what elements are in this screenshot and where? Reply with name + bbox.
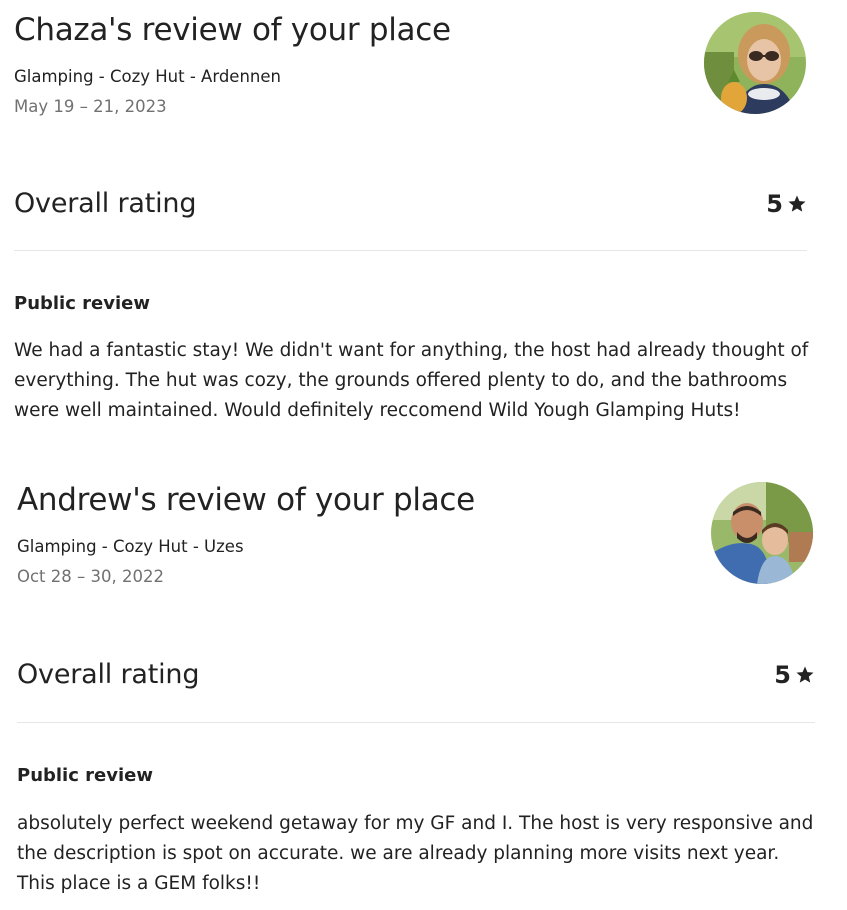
overall-rating-label: Overall rating [14, 188, 197, 219]
avatar[interactable] [711, 482, 813, 584]
star-icon [796, 666, 814, 683]
star-icon [788, 195, 806, 212]
stay-dates: May 19 – 21, 2023 [14, 97, 167, 116]
rating-number: 5 [774, 661, 791, 689]
overall-rating-label: Overall rating [17, 659, 200, 690]
reviewer-photo-icon [711, 482, 813, 584]
review-title: Andrew's review of your place [17, 482, 475, 518]
rating-number: 5 [766, 190, 783, 218]
public-review-label: Public review [14, 293, 150, 314]
listing-name: Glamping - Cozy Hut - Uzes [17, 537, 244, 556]
divider [17, 722, 815, 723]
overall-rating-value: 5 [766, 188, 807, 220]
public-review-text: We had a fantastic stay! We didn't want … [14, 340, 809, 421]
review-title: Chaza's review of your place [14, 12, 451, 48]
reviewer-photo-icon [704, 12, 806, 114]
stay-dates: Oct 28 – 30, 2022 [17, 567, 164, 586]
listing-name: Glamping - Cozy Hut - Ardennen [14, 67, 281, 86]
public-review-label: Public review [17, 765, 153, 786]
avatar[interactable] [704, 12, 806, 114]
overall-rating-value: 5 [774, 659, 815, 691]
public-review-text: absolutely perfect weekend getaway for m… [17, 813, 814, 894]
divider [14, 250, 807, 251]
